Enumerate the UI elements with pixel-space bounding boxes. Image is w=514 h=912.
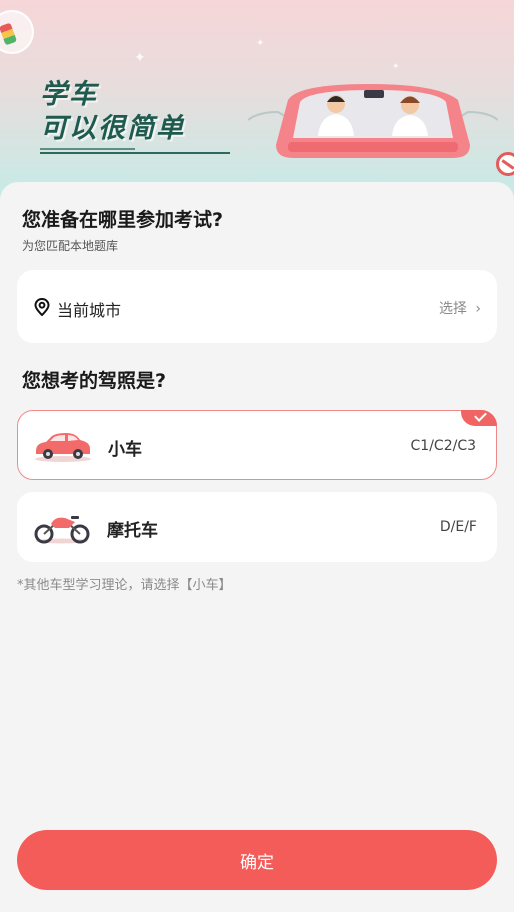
sparkle-icon: ✦ bbox=[392, 62, 400, 72]
no-entry-sign-icon bbox=[496, 152, 514, 176]
chevron-right-icon: › bbox=[475, 301, 481, 317]
banner-title-line1: 学车 bbox=[40, 79, 98, 110]
location-heading: 您准备在哪里参加考试? bbox=[22, 209, 224, 231]
divider bbox=[40, 148, 135, 150]
sparkle-icon: ✦ bbox=[256, 38, 265, 49]
license-option-motorcycle[interactable]: 摩托车 D/E/F bbox=[17, 492, 497, 562]
choose-city-link[interactable]: 选择 › bbox=[439, 298, 481, 318]
car-icon bbox=[35, 433, 91, 462]
banner-title: 学车 可以很简单 bbox=[40, 78, 185, 146]
confirm-button[interactable]: 确定 bbox=[17, 830, 497, 890]
choose-label: 选择 bbox=[438, 301, 467, 317]
city-selector[interactable]: 当前城市 选择 › bbox=[17, 270, 497, 343]
license-name: 小车 bbox=[108, 440, 142, 460]
license-heading: 您想考的驾照是? bbox=[22, 370, 167, 392]
motorcycle-icon bbox=[34, 516, 90, 544]
license-note: *其他车型学习理论，请选择【小车】 bbox=[17, 578, 232, 593]
header-banner: ✦ ✦ ✦ 学车 可以很简单 bbox=[0, 0, 514, 200]
traffic-light-icon bbox=[0, 10, 34, 54]
banner-title-line2: 可以很简单 bbox=[40, 113, 185, 144]
city-label: 当前城市 bbox=[57, 301, 122, 320]
license-codes: D/E/F bbox=[439, 519, 477, 535]
divider bbox=[40, 152, 230, 154]
license-codes: C1/C2/C3 bbox=[410, 438, 476, 454]
license-name: 摩托车 bbox=[107, 521, 158, 541]
location-pin-icon bbox=[34, 298, 50, 316]
location-subheading: 为您匹配本地题库 bbox=[22, 239, 119, 253]
car-illustration bbox=[248, 84, 498, 158]
sparkle-icon: ✦ bbox=[134, 50, 146, 66]
license-option-car[interactable]: 小车 C1/C2/C3 bbox=[17, 410, 497, 480]
